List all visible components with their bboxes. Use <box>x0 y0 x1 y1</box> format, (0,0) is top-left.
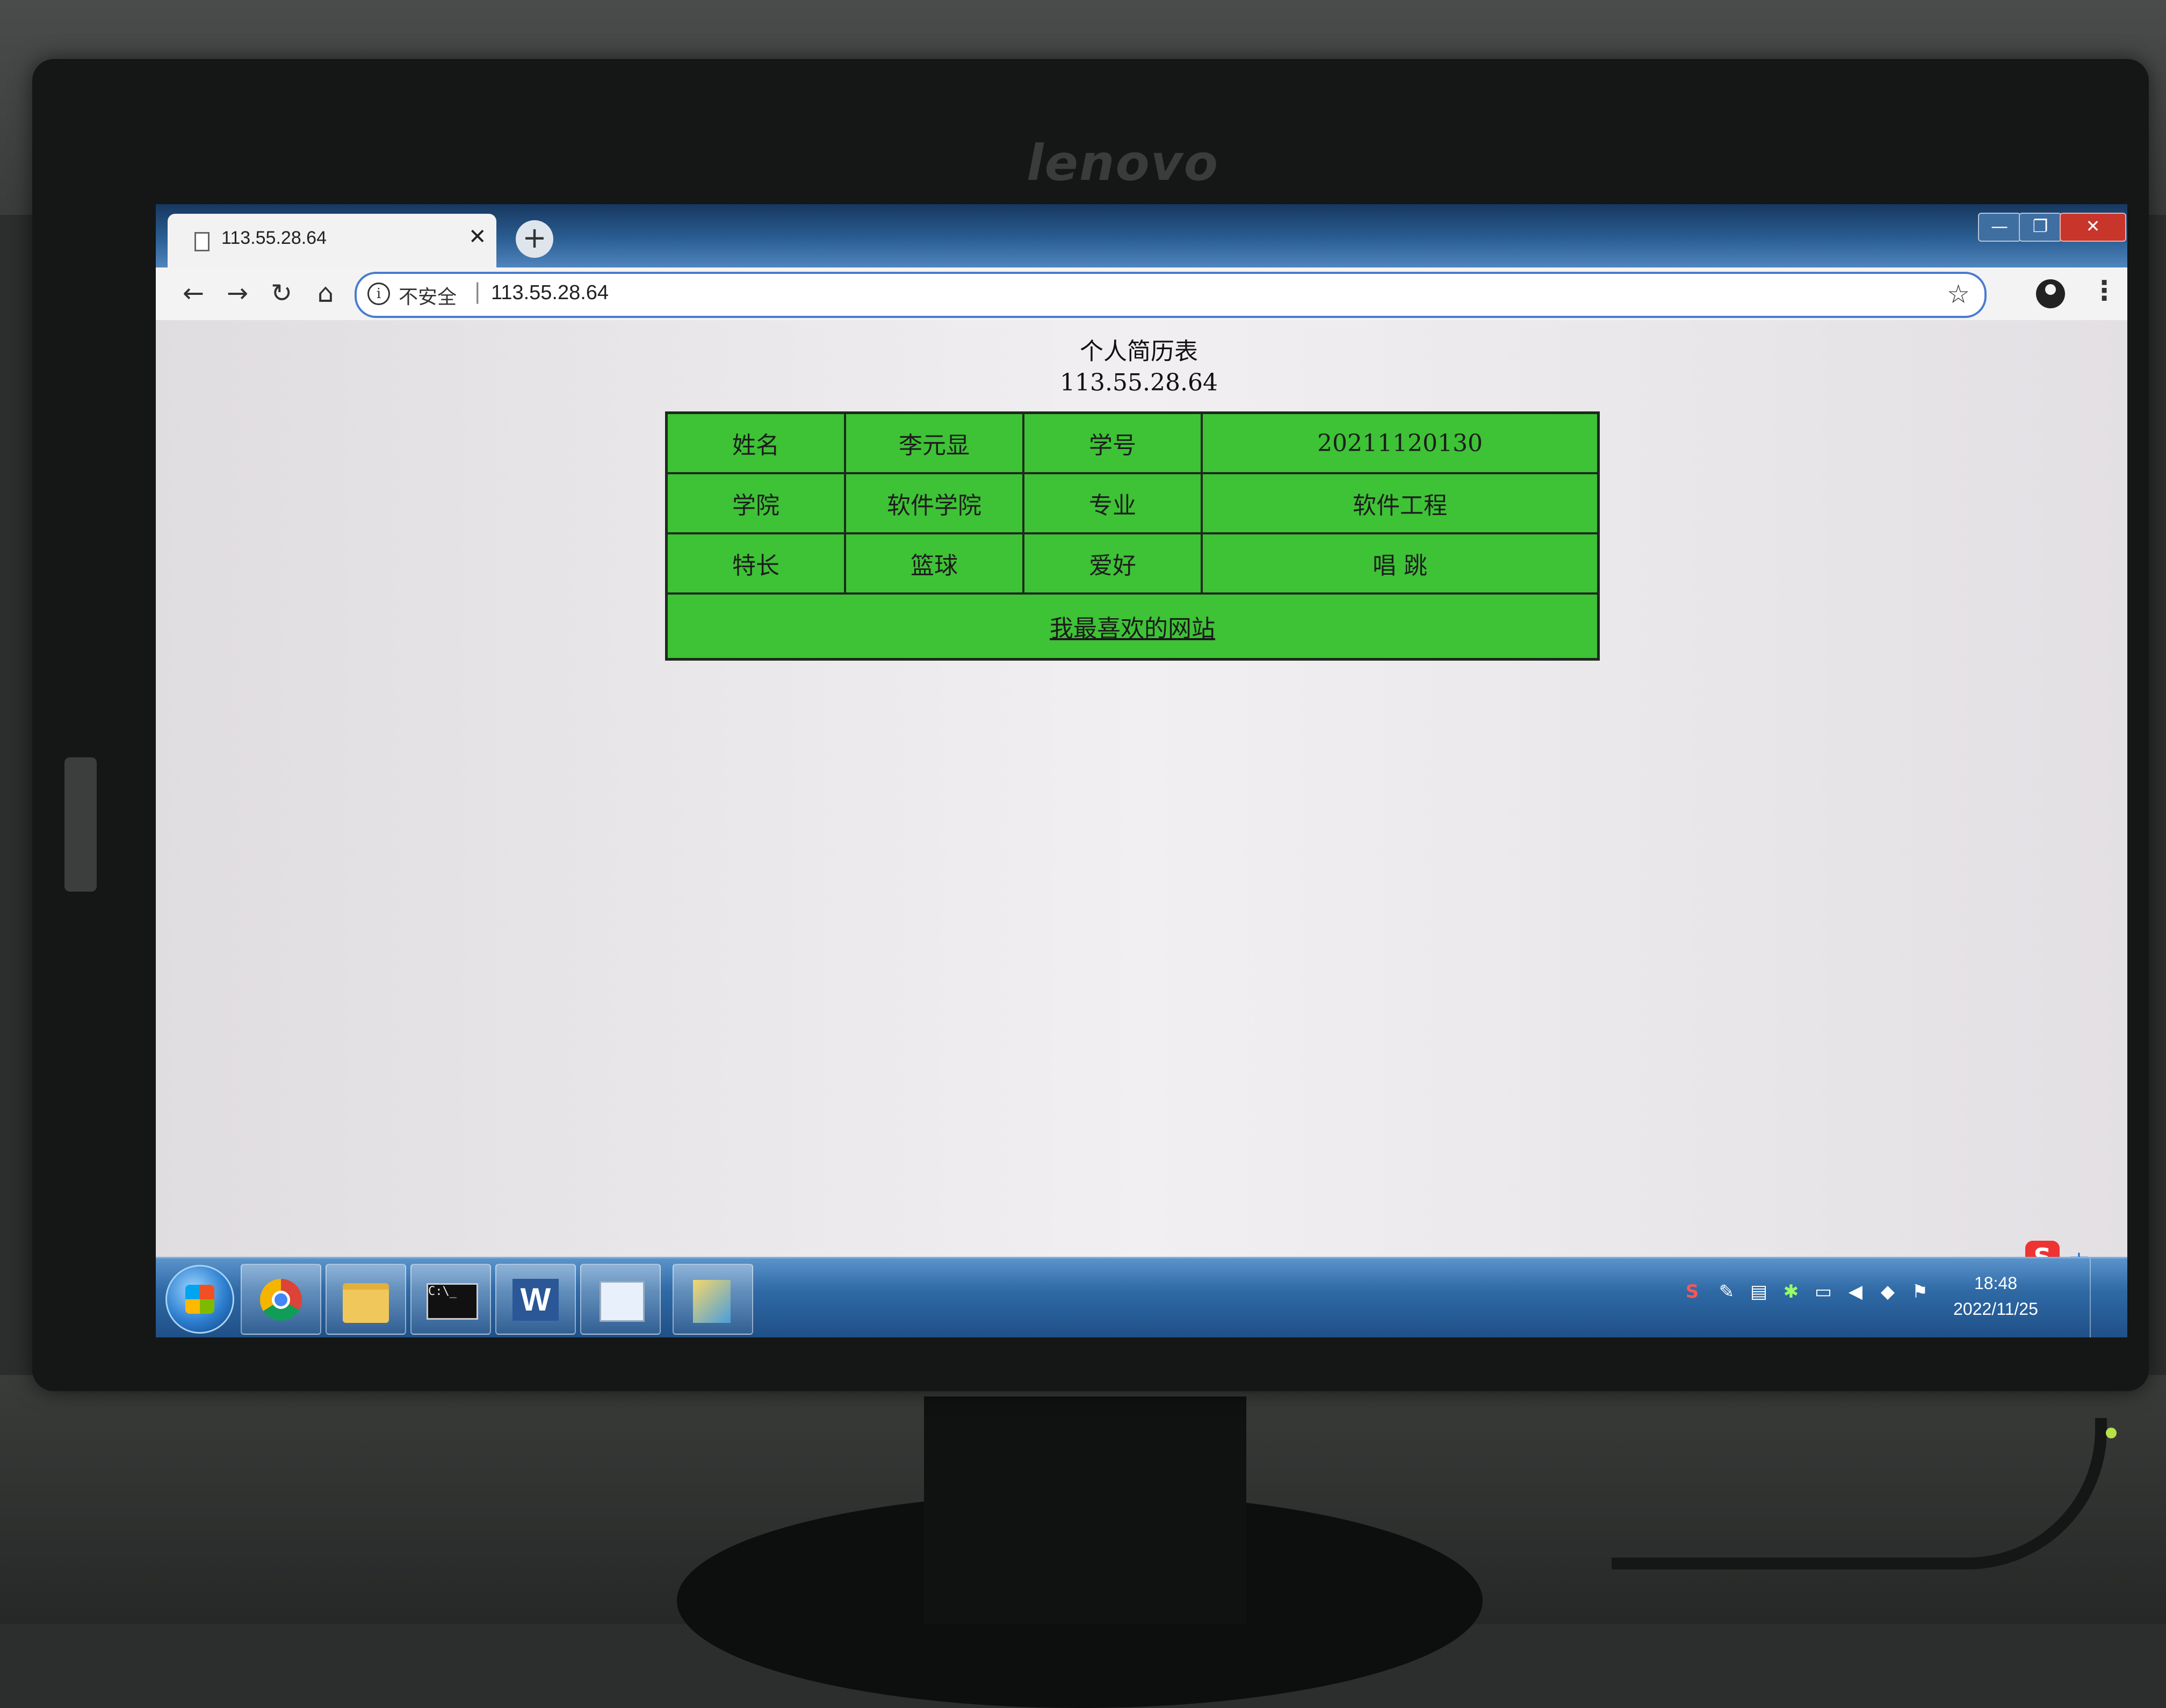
tray-app-icon[interactable]: ✎ <box>1716 1281 1737 1306</box>
monitor-brand-logo: lenovo <box>1027 134 1219 192</box>
address-url[interactable]: 113.55.28.64 <box>491 281 609 305</box>
sogou-tray-icon[interactable]: S <box>1681 1281 1703 1306</box>
cable <box>1612 1418 2107 1569</box>
table-row: 特长 篮球 爱好 唱 跳 <box>665 532 1600 595</box>
table-cell: 姓名 <box>665 411 846 474</box>
tray-update-icon[interactable]: ✱ <box>1780 1281 1802 1306</box>
minimize-button[interactable]: — <box>1978 213 2021 242</box>
taskbar-word[interactable]: W <box>495 1264 576 1335</box>
page-title-line2: 113.55.28.64 <box>1060 369 1218 396</box>
address-separator: | <box>474 279 481 304</box>
table-cell: 李元显 <box>844 411 1024 474</box>
page-content: 个人简历表 113.55.28.64 姓名 李元显 学号 20211120130… <box>156 320 2127 1295</box>
table-cell: 学号 <box>1022 411 1203 474</box>
home-icon[interactable]: ⌂ <box>309 277 342 309</box>
control-panel-icon <box>600 1281 645 1322</box>
new-tab-button[interactable]: + <box>516 220 553 258</box>
profile-avatar-icon[interactable] <box>2036 279 2065 308</box>
table-row: 姓名 李元显 学号 20211120130 <box>665 411 1600 474</box>
browser-toolbar: ← → ↻ ⌂ i 不安全 | 113.55.28.64 ☆ ⋮ <box>156 267 2127 321</box>
taskbar-explorer[interactable] <box>326 1264 406 1335</box>
menu-dots-icon[interactable]: ⋮ <box>2091 275 2118 306</box>
table-cell: 唱 跳 <box>1201 532 1600 595</box>
explorer-icon <box>343 1283 389 1323</box>
monitor-side-knob <box>64 757 97 892</box>
tab-close-icon[interactable]: ✕ <box>468 225 487 249</box>
taskbar-control-panel[interactable] <box>580 1264 661 1335</box>
screen: 113.55.28.64 ✕ + — ❐ ✕ ← → ↻ ⌂ i 不安全 | 1… <box>156 204 2127 1337</box>
page-title-line1: 个人简历表 <box>1080 338 1198 365</box>
windows-logo-icon <box>185 1285 214 1314</box>
security-label[interactable]: 不安全 <box>399 281 457 309</box>
app-icon <box>693 1280 731 1323</box>
restore-button[interactable]: ❐ <box>2019 213 2062 242</box>
table-cell: 20211120130 <box>1201 411 1600 474</box>
page-icon <box>194 232 210 251</box>
clock-date: 2022/11/25 <box>1953 1299 2038 1319</box>
favorite-site-link[interactable]: 我最喜欢的网站 <box>1050 615 1215 642</box>
tray-doc-icon[interactable]: ▤ <box>1748 1281 1770 1306</box>
browser-tab[interactable]: 113.55.28.64 ✕ <box>168 214 496 267</box>
clock-time: 18:48 <box>1974 1273 2018 1293</box>
table-cell: 特长 <box>665 532 846 595</box>
link-cell: 我最喜欢的网站 <box>665 592 1600 661</box>
cmd-icon: C:\_ <box>427 1283 478 1320</box>
table-row: 学院 软件学院 专业 软件工程 <box>665 472 1600 534</box>
table-cell: 专业 <box>1022 472 1203 534</box>
show-desktop-button[interactable] <box>2090 1258 2127 1337</box>
tray-window-icon[interactable]: ▭ <box>1813 1281 1834 1306</box>
address-bar[interactable]: i 不安全 | 113.55.28.64 ☆ <box>355 272 1987 318</box>
taskbar-clock[interactable]: 18:48 2022/11/25 <box>1939 1270 2052 1322</box>
network-icon[interactable]: ◆ <box>1877 1281 1898 1306</box>
table-cell: 学院 <box>665 472 846 534</box>
taskbar-chrome[interactable] <box>241 1264 321 1335</box>
forward-arrow-icon[interactable]: → <box>221 277 254 309</box>
table-cell: 软件工程 <box>1201 472 1600 534</box>
monitor-stand-neck <box>924 1396 1246 1624</box>
taskbar: C:\_ W S ✎ ▤ ✱ ▭ ◀ ◆ ⚑ 18:48 2022/11/25 <box>156 1257 2127 1337</box>
browser-titlebar: 113.55.28.64 ✕ + — ❐ ✕ <box>156 204 2127 267</box>
reload-icon[interactable]: ↻ <box>265 277 298 309</box>
tab-title: 113.55.28.64 <box>221 228 327 248</box>
power-led <box>2106 1428 2117 1438</box>
close-window-button[interactable]: ✕ <box>2060 213 2126 242</box>
word-icon: W <box>512 1279 559 1321</box>
taskbar-cmd[interactable]: C:\_ <box>410 1264 491 1335</box>
taskbar-app[interactable] <box>673 1264 753 1335</box>
system-tray: S ✎ ▤ ✱ ▭ ◀ ◆ ⚑ <box>1681 1281 1934 1313</box>
table-row-link: 我最喜欢的网站 <box>665 592 1600 661</box>
info-icon[interactable]: i <box>367 283 390 305</box>
back-arrow-icon[interactable]: ← <box>177 277 210 309</box>
volume-icon[interactable]: ◀ <box>1845 1281 1866 1306</box>
action-center-icon[interactable]: ⚑ <box>1909 1281 1931 1306</box>
monitor-bezel: lenovo 113.55.28.64 ✕ + — ❐ ✕ ← → ↻ ⌂ i … <box>32 59 2149 1438</box>
table-cell: 篮球 <box>844 532 1024 595</box>
bookmark-star-icon[interactable]: ☆ <box>1947 279 1970 309</box>
table-cell: 爱好 <box>1022 532 1203 595</box>
start-button[interactable] <box>165 1265 234 1334</box>
chrome-icon <box>260 1279 302 1321</box>
resume-table: 姓名 李元显 学号 20211120130 学院 软件学院 专业 软件工程 特长… <box>665 411 1600 661</box>
page-title: 个人简历表 113.55.28.64 <box>156 336 2122 399</box>
table-cell: 软件学院 <box>844 472 1024 534</box>
